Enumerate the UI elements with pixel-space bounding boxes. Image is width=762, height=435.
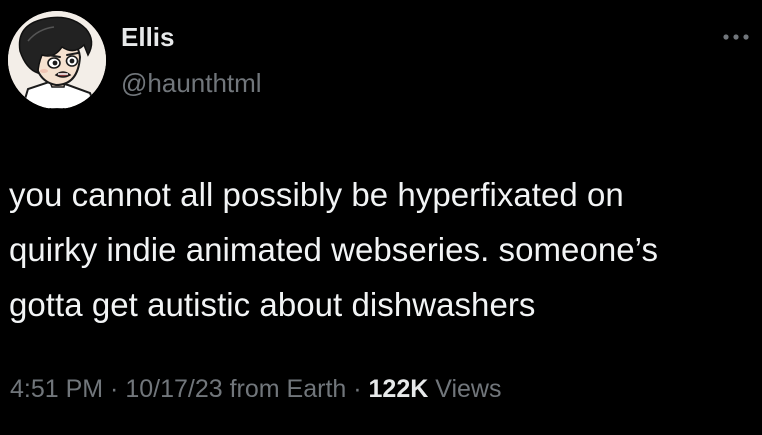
views-label: Views xyxy=(428,375,502,403)
meta-separator: · xyxy=(103,375,126,403)
author-handle[interactable]: @haunthtml xyxy=(121,66,262,100)
avatar[interactable] xyxy=(8,11,106,109)
tweet-date[interactable]: 10/17/23 xyxy=(125,375,222,403)
tweet-time[interactable]: 4:51 PM xyxy=(10,375,103,403)
tweet-text: you cannot all possibly be hyperfixated … xyxy=(9,176,658,323)
tweet-meta: 4:51 PM · 10/17/23 from Earth · 122K Vie… xyxy=(10,371,501,407)
author-display-name[interactable]: Ellis xyxy=(121,20,174,54)
tweet-source: from Earth xyxy=(222,375,347,403)
more-options-button[interactable] xyxy=(722,30,750,42)
ellipsis-icon xyxy=(723,34,749,40)
views-count[interactable]: 122K xyxy=(369,375,429,403)
meta-separator: · xyxy=(346,375,369,403)
tweet-card: Ellis @haunthtml you cannot all possibly… xyxy=(0,0,762,435)
avatar-illustration xyxy=(8,11,106,109)
